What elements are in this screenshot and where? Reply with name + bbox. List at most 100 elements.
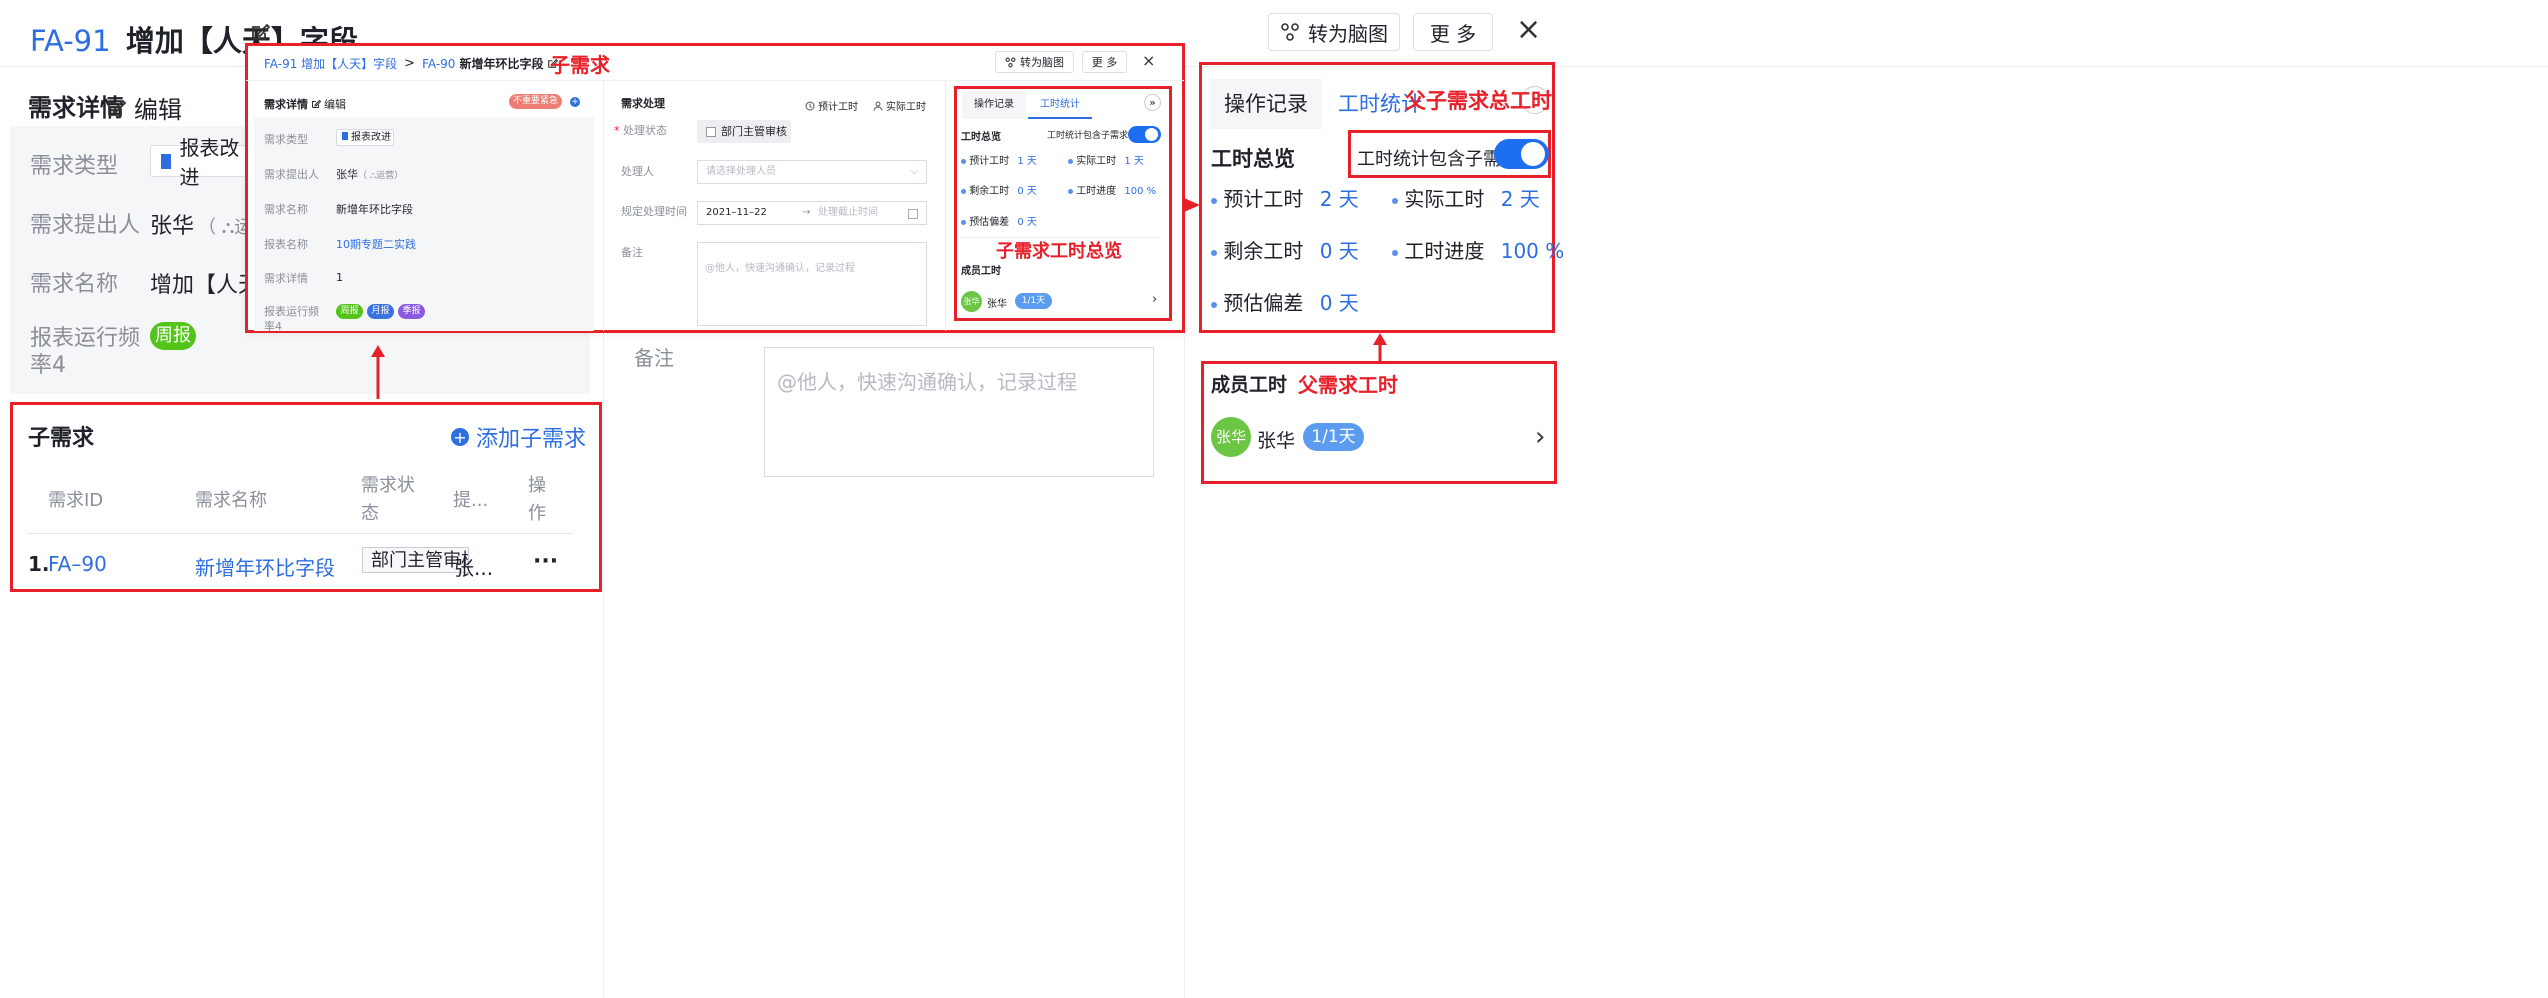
table-divider <box>28 533 573 534</box>
add-subreq-button[interactable]: + 添加子需求 <box>451 421 586 453</box>
stat-item: 工时进度 100 % <box>1392 235 1564 264</box>
overview-title: 工时总览 <box>1211 147 1295 171</box>
member-name: 张华 <box>987 299 1007 310</box>
include-subreq-toggle[interactable] <box>1494 139 1549 169</box>
doc-icon <box>342 132 348 140</box>
mindmap-button[interactable]: 转为脑图 <box>1268 13 1400 51</box>
remark-textarea[interactable]: @他人，快速沟通确认，记录过程 <box>697 242 927 326</box>
freq-tag: 季报 <box>398 304 425 319</box>
crumb-id[interactable]: FA-90 <box>422 57 455 71</box>
type-tag: 报表改进 <box>336 129 394 146</box>
column-header: 需求名称 <box>195 490 267 511</box>
remark-label: 备注 <box>621 246 643 259</box>
annotation-label: 子需求 <box>550 53 610 77</box>
popup-mindmap-button[interactable]: 转为脑图 <box>995 51 1074 73</box>
edit-button[interactable]: 编辑 <box>106 90 182 125</box>
crumb-parent-link[interactable]: FA-91 增加【人天】字段 <box>264 55 397 72</box>
field-label: 需求详情 <box>264 272 308 285</box>
include-subreq-label: 工时统计包含子需求 <box>1047 131 1129 141</box>
member-hours-badge: 1/1天 <box>1303 423 1364 451</box>
report-link[interactable]: 10期专题二实践 <box>336 236 416 252</box>
breadcrumb: FA-91 增加【人天】字段 > FA-90 新增年环比字段 <box>264 55 559 72</box>
subreq-name-link[interactable]: 新增年环比字段 <box>195 552 335 581</box>
double-chevron-right-icon[interactable]: » <box>1144 94 1161 111</box>
edit-title-icon[interactable] <box>250 22 270 42</box>
mindmap-icon <box>1280 22 1300 42</box>
column-header: 需求状态 <box>361 475 415 524</box>
remark-textarea[interactable]: @他人，快速沟通确认，记录过程 <box>764 347 1154 477</box>
more-label: 更 多 <box>1429 21 1477 46</box>
overview-title: 工时总览 <box>961 132 1001 143</box>
stat-item: 工时进度 100 % <box>1068 182 1156 197</box>
subreq-id-link[interactable]: FA–90 <box>48 552 107 576</box>
stat-item: 实际工时 1 天 <box>1068 152 1144 167</box>
status-badge[interactable]: 部门主管审核 <box>362 547 469 573</box>
stat-item: 预估偏差 0 天 <box>1211 287 1359 316</box>
freq-tag: 周报 <box>150 322 196 350</box>
name-value: 新增年环比字段 <box>336 203 413 216</box>
user-icon <box>873 101 883 111</box>
field-label: 报表运行频 率4 <box>264 305 319 333</box>
annotation-label: 父需求工时 <box>1298 373 1398 397</box>
deadline-range-input[interactable]: 2021–11–22 → 处理截止时间 <box>697 201 927 225</box>
priority-tag[interactable]: 不重要紧急 <box>509 94 562 109</box>
checkbox-icon <box>706 127 716 137</box>
popup-divider <box>603 81 604 331</box>
edit-icon <box>106 98 126 118</box>
detail-value: 1 <box>336 271 343 284</box>
actual-hours-button[interactable]: 实际工时 <box>873 98 926 113</box>
annotation-arrow <box>1184 198 1200 212</box>
member-title: 成员工时 <box>1211 374 1288 396</box>
close-icon[interactable]: × <box>1516 12 1541 47</box>
estimate-hours-button[interactable]: 预计工时 <box>805 98 858 113</box>
annotation-label: 父子需求总工时 <box>1405 89 1552 113</box>
status-select[interactable]: 部门主管审核 <box>697 120 791 143</box>
chevron-right-icon[interactable]: › <box>1152 292 1157 307</box>
avatar: 张华 <box>961 291 982 312</box>
popup-detail-title: 需求详情 <box>264 98 308 111</box>
stat-item: 实际工时 2 天 <box>1392 183 1540 212</box>
more-button[interactable]: 更 多 <box>1413 13 1493 51</box>
field-label: 需求提出人 <box>264 168 319 181</box>
requirement-id[interactable]: FA-91 <box>30 24 111 58</box>
proposer-value: 张华（ ⛬运营） <box>336 168 404 181</box>
popup-close-icon[interactable]: × <box>1142 51 1155 70</box>
tab-operation-log[interactable]: 操作记录 <box>962 91 1026 119</box>
field-label: 需求类型 <box>264 133 308 146</box>
deadline-label: 规定处理时间 <box>621 205 687 218</box>
row-actions-icon[interactable]: ··· <box>533 549 558 574</box>
include-subreq-toggle[interactable] <box>1128 126 1161 143</box>
table-row: 1. <box>28 552 50 576</box>
popup-edit-button[interactable]: 编辑 <box>311 96 346 112</box>
field-label: 需求名称 <box>264 203 308 216</box>
mindmap-icon <box>1005 57 1016 68</box>
stat-item: 预估偏差 0 天 <box>961 213 1037 228</box>
type-tag: 报表改进 <box>150 136 250 189</box>
status-label: * 处理状态 <box>614 124 667 137</box>
popup-divider <box>246 80 1184 81</box>
plus-circle-icon: + <box>451 428 469 447</box>
popup-fields-panel <box>254 117 594 331</box>
stat-item: 预计工时 1 天 <box>961 152 1037 167</box>
chevron-right-icon[interactable]: › <box>1535 422 1545 452</box>
clock-icon <box>805 101 815 111</box>
popup-more-button[interactable]: 更 多 <box>1082 51 1127 73</box>
tab-hours-stats[interactable]: 工时统计 <box>1028 91 1092 119</box>
edit-icon <box>311 99 321 109</box>
field-label: 需求名称 <box>30 272 119 297</box>
stat-item: 剩余工时 0 天 <box>961 182 1037 197</box>
add-icon[interactable]: + <box>570 97 580 107</box>
freq-tag: 周报 <box>336 304 363 319</box>
field-label: 需求类型 <box>30 154 119 179</box>
handler-select[interactable]: 请选择处理人员 ⌵ <box>697 160 927 184</box>
column-header: 提... <box>453 490 489 511</box>
edit-label: 编辑 <box>134 96 182 124</box>
stat-item: 剩余工时 0 天 <box>1211 235 1359 264</box>
field-label: 报表运行频 率4 <box>30 326 141 378</box>
field-label: 需求提出人 <box>30 213 141 238</box>
remark-label: 备注 <box>634 346 674 370</box>
annotation-label: 子需求工时总览 <box>996 241 1122 262</box>
member-title: 成员工时 <box>961 266 1001 277</box>
annotation-arrow <box>370 345 386 401</box>
annotation-box <box>954 86 1172 321</box>
